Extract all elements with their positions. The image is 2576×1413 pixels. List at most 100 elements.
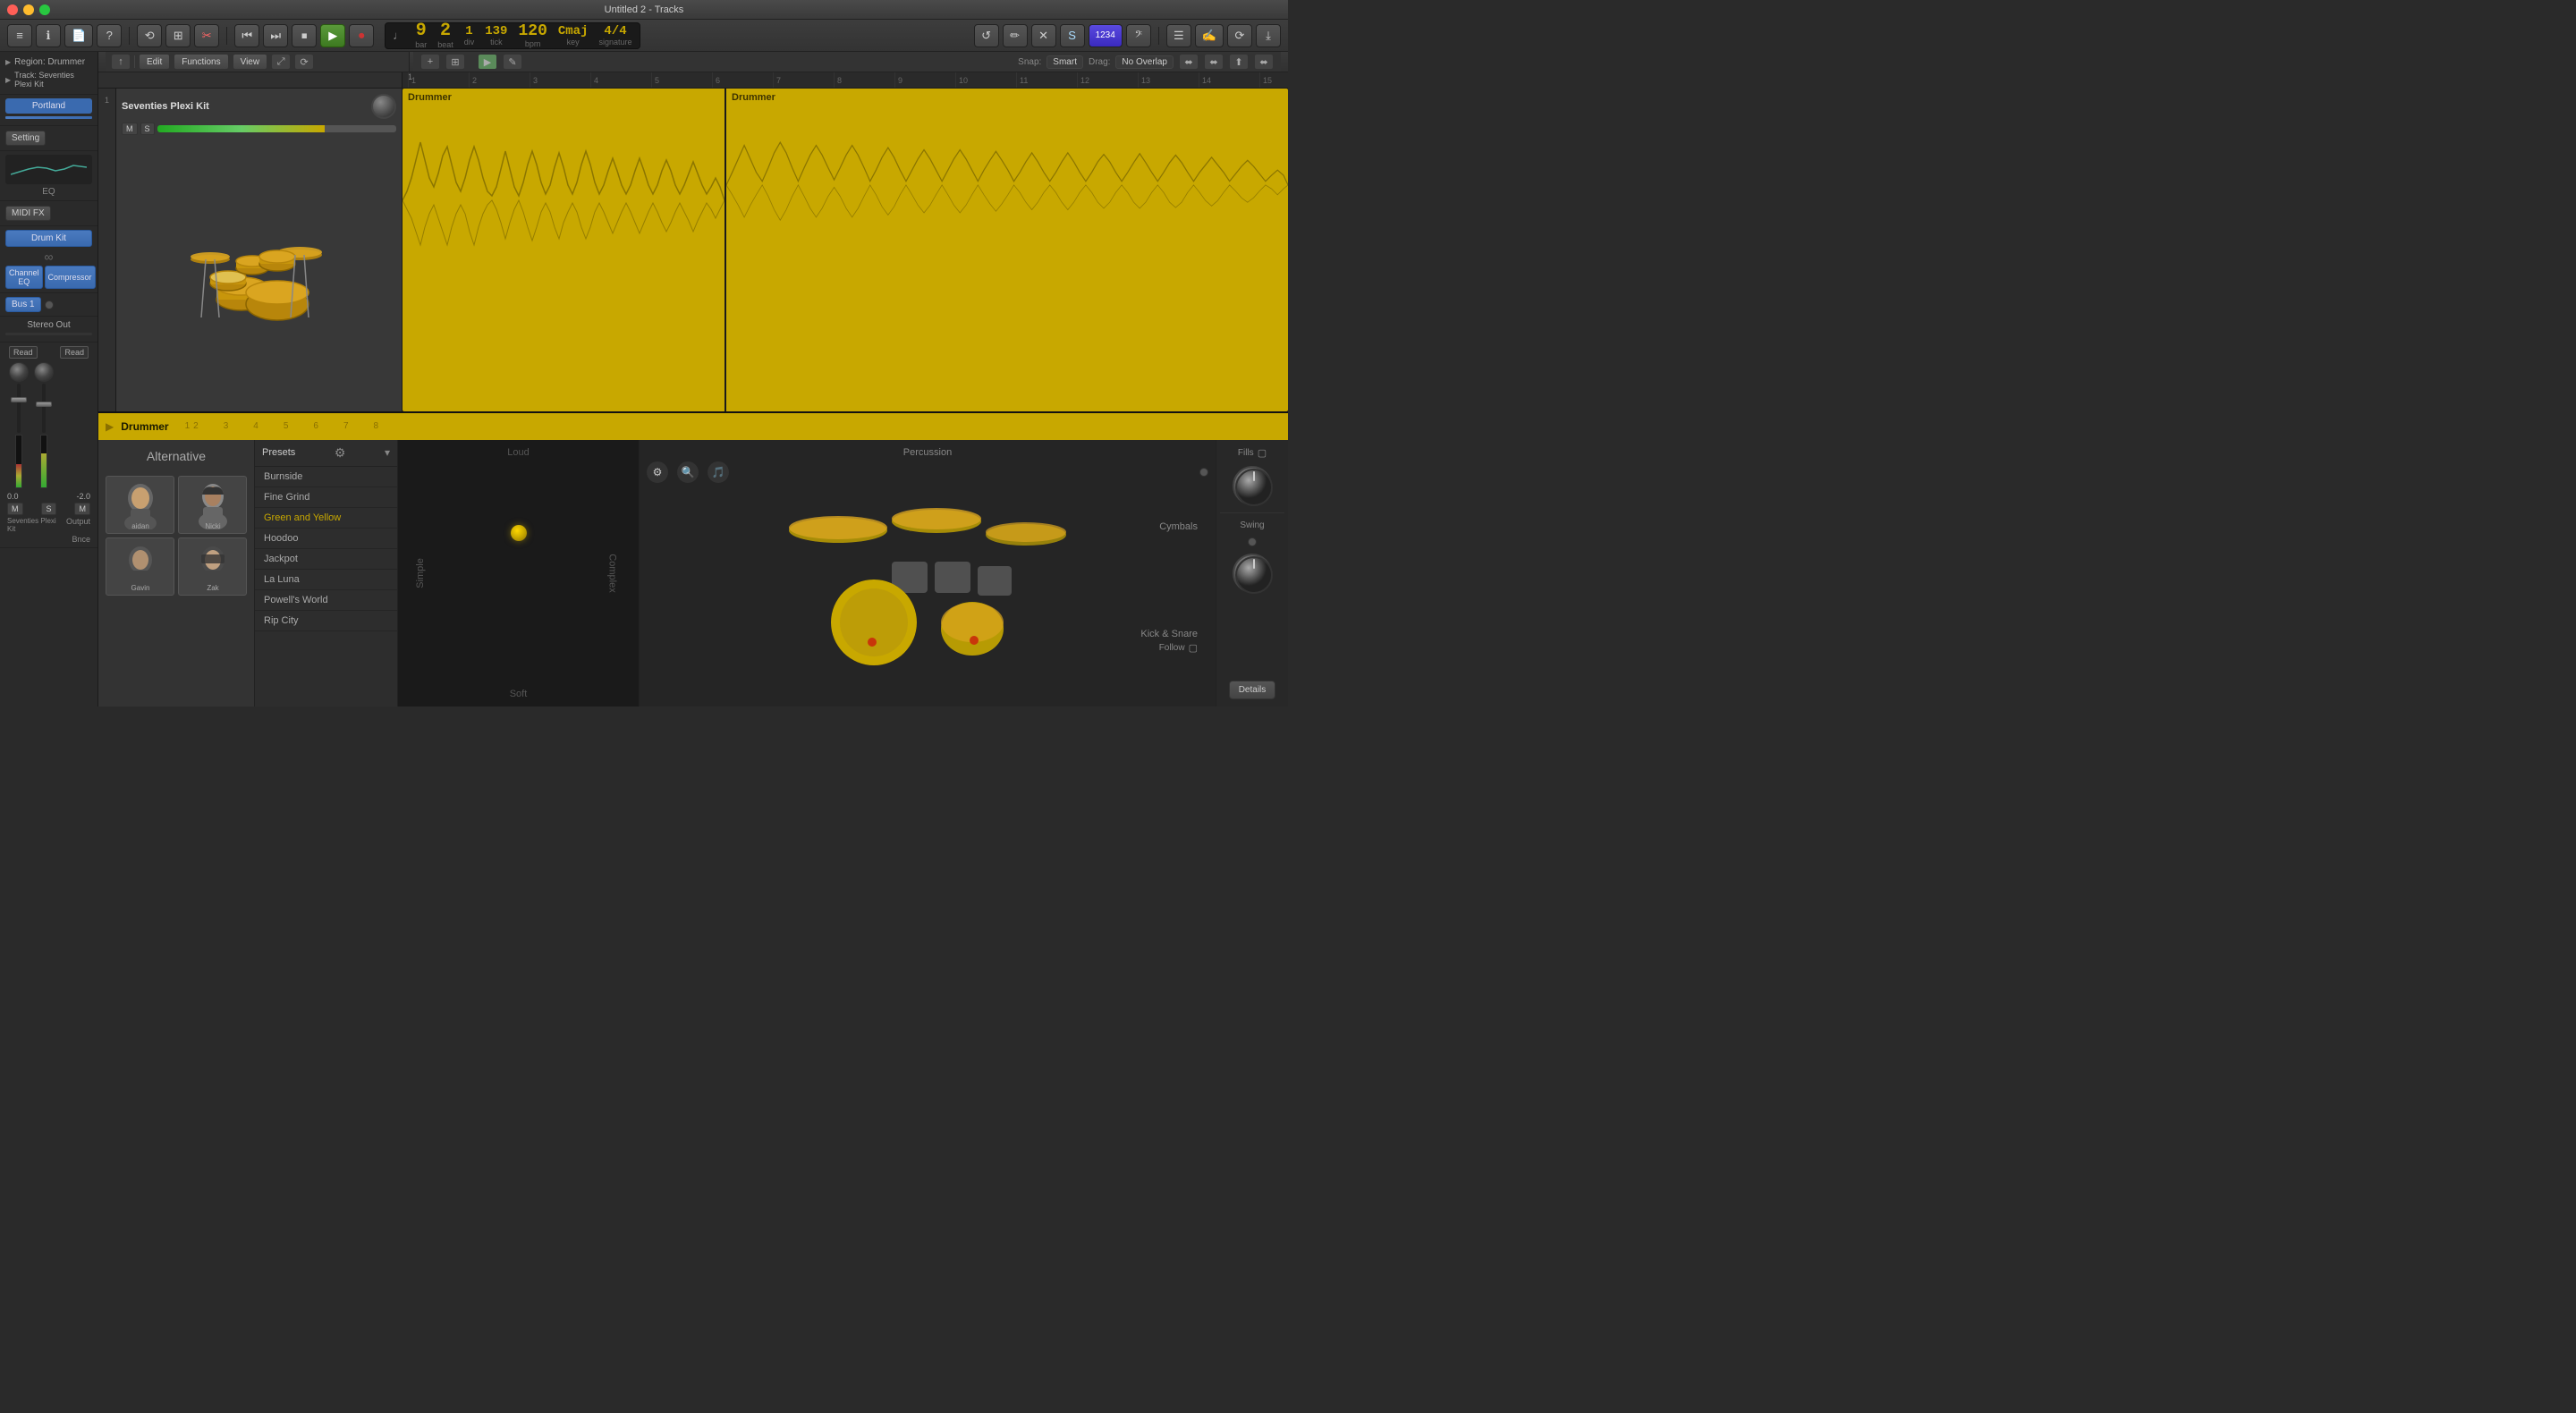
drum-kit-button[interactable]: Drum Kit [5,230,92,247]
stereo-slider[interactable] [5,333,92,335]
read-button-1[interactable]: Read [9,346,38,359]
s-button[interactable]: S [1060,24,1085,47]
zoom-btn3[interactable]: ⬆ [1229,54,1249,70]
perc-tool-2[interactable]: 🔍 [677,461,699,483]
perc-tool-1[interactable]: ⚙ [647,461,668,483]
avatar-aidan[interactable]: aidan [106,476,174,534]
xy-dot[interactable] [511,525,527,541]
waveform-block-2[interactable]: Drummer [726,89,1288,411]
fast-forward-button[interactable]: ⏭ [263,24,288,47]
fills-title: Fills [1238,448,1254,458]
mute-btn[interactable]: M [122,123,138,135]
m-btn-bottom[interactable]: M [7,503,23,515]
alternative-panel: Alternative aidan [98,440,255,706]
zoom-btn4[interactable]: ⬌ [1254,54,1274,70]
details-button[interactable]: Details [1229,681,1276,699]
mixer-button[interactable]: ⊞ [165,24,191,47]
setting-button[interactable]: Setting [5,131,46,146]
solo-btn[interactable]: S [140,123,155,135]
preset-burnside[interactable]: Burnside [255,467,397,487]
draw-btn[interactable]: ✎ [503,54,522,70]
channel-eq-button[interactable]: Channel EQ [5,266,43,289]
help-button[interactable]: ? [97,24,122,47]
color-btn[interactable]: ▶ [478,54,497,70]
bus-button[interactable]: Bus 1 [5,297,41,312]
scissors-button[interactable]: ✂ [194,24,219,47]
zoom-btn1[interactable]: ⬌ [1179,54,1199,70]
edit-btn[interactable]: Edit [139,54,170,70]
midi-fx-section: MIDI FX [0,201,97,226]
tempo-icon: ♩ [393,29,404,42]
track-number-col: 1 [98,89,116,411]
fader-track-1[interactable] [17,384,21,433]
play-button[interactable]: ▶ [320,24,345,47]
xy-pad[interactable]: Loud Soft Simple Complex [398,440,640,706]
info-button[interactable]: ℹ [36,24,61,47]
loop-button[interactable]: ⟳ [1227,24,1252,47]
volume-fader[interactable] [157,125,396,132]
snap-value[interactable]: Smart [1046,55,1083,69]
preset-jackpot[interactable]: Jackpot [255,549,397,570]
presets-gear-icon[interactable]: ⚙ [335,445,346,461]
edit2-button[interactable]: ✍ [1195,24,1224,47]
sep2 [226,27,227,45]
fills-header: Fills ▢ [1238,447,1267,459]
midi-fx-button[interactable]: MIDI FX [5,206,51,221]
library-button[interactable]: ≡ [7,24,32,47]
swing-knob[interactable] [1233,554,1272,593]
preset-slider[interactable] [5,116,92,119]
minimize-button[interactable] [23,4,34,15]
record-button[interactable]: ⏺ [349,24,374,47]
avatar-zak[interactable]: Zak [178,537,247,596]
loop-btn[interactable]: ⟳ [294,54,314,70]
functions-btn[interactable]: Functions [174,54,228,70]
capture-button[interactable]: ⟲ [137,24,162,47]
s-btn-bottom[interactable]: S [41,503,55,515]
beat-value: 2 [440,22,451,40]
list-button[interactable]: ☰ [1166,24,1191,47]
preset-powells-world[interactable]: Powell's World [255,590,397,611]
1234-button[interactable]: 1234 [1089,24,1123,47]
preset-button[interactable]: Portland [5,98,92,114]
fills-checkbox-icon[interactable]: ▢ [1258,447,1267,459]
flex-button[interactable]: 𝄢 [1126,24,1151,47]
instrument-knob[interactable] [371,94,396,119]
preset-fine-grind[interactable]: Fine Grind [255,487,397,508]
pan-knob-1[interactable] [9,362,29,382]
close-button[interactable] [7,4,18,15]
avatar-gavin[interactable]: Gavin [106,537,174,596]
perc-tool-3[interactable]: 🎵 [708,461,729,483]
fills-knob[interactable] [1233,466,1272,505]
presets-chevron-icon[interactable]: ▾ [385,446,390,459]
maximize-button[interactable] [39,4,50,15]
stop-button[interactable]: ⏹ [292,24,317,47]
preset-hoodoo[interactable]: Hoodoo [255,529,397,549]
preset-green-yellow[interactable]: Green and Yellow [255,508,397,529]
add-btn2[interactable]: ⊞ [445,54,465,70]
resize-btn[interactable]: ⤢ [271,54,291,70]
zoom-btn2[interactable]: ⬌ [1204,54,1224,70]
rewind-button[interactable]: ⏮ [234,24,259,47]
up-btn[interactable]: ↑ [111,54,131,70]
pan-knob-2[interactable] [34,362,54,382]
follow-checkbox-icon[interactable]: ▢ [1189,642,1198,654]
xy-complex-label: Complex [606,554,617,592]
compressor-button[interactable]: Compressor [45,266,96,289]
avatar-nikki[interactable]: Nicki [178,476,247,534]
toolbar-right: + ⊞ ▶ ✎ Snap: Smart Drag: No Overlap ⬌ ⬌… [413,52,1281,72]
x-button[interactable]: ✕ [1031,24,1056,47]
preset-la-luna[interactable]: La Luna [255,570,397,590]
drag-value[interactable]: No Overlap [1115,55,1174,69]
bounce-button[interactable]: ⤓ [1256,24,1281,47]
m-btn-output[interactable]: M [74,503,90,515]
preset-rip-city[interactable]: Rip City [255,611,397,631]
view-btn[interactable]: View [233,54,268,70]
waveform-block-1[interactable]: Drummer [402,89,724,411]
undo-button[interactable]: ↺ [974,24,999,47]
setting-section: Setting [0,126,97,151]
read-button-2[interactable]: Read [60,346,89,359]
browser-button[interactable]: 📄 [64,24,93,47]
pencil-button[interactable]: ✏ [1003,24,1028,47]
add-track-btn[interactable]: + [420,54,440,70]
fader-track-2[interactable] [42,384,46,433]
